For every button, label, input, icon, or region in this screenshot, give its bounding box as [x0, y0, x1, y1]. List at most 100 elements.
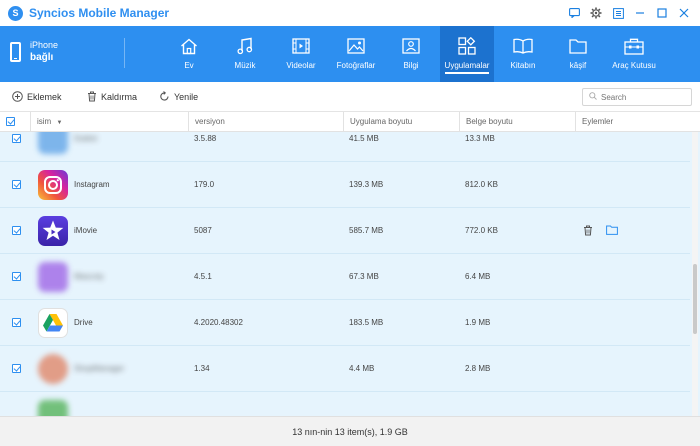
column-version[interactable]: versiyon [188, 112, 343, 132]
app-size: 41.5 MB [349, 134, 379, 143]
home-icon [179, 37, 199, 55]
app-version: 3.5.88 [194, 134, 217, 143]
remove-button-label: Kaldırma [101, 91, 138, 102]
nav-item-videos[interactable]: Videolar [274, 26, 328, 82]
delete-trash-icon[interactable] [582, 224, 594, 236]
settings-gear-icon[interactable] [588, 5, 604, 21]
scrollbar-thumb[interactable] [693, 264, 697, 334]
app-logo-icon: S [8, 5, 23, 21]
app-name: Instagram [74, 180, 110, 189]
table-row[interactable]: ShopManager 1.34 4.4 MB 2.8 MB [0, 346, 690, 392]
app-version: 179.0 [194, 180, 215, 189]
phone-icon [10, 41, 21, 62]
vertical-scrollbar[interactable] [692, 132, 698, 416]
device-info[interactable]: iPhone bağlı [10, 40, 58, 63]
nav-label: Araç Kutusu [612, 61, 656, 70]
table-row[interactable]: Instagram 179.0 139.3 MB 812.0 KB [0, 162, 690, 208]
row-checkbox[interactable] [12, 180, 21, 189]
nav-item-music[interactable]: Müzik [218, 26, 272, 82]
photo-icon [346, 37, 366, 55]
nav-label: Fotoğraflar [336, 61, 376, 70]
row-checkbox[interactable] [12, 134, 21, 143]
refresh-button[interactable]: Yenile [159, 91, 198, 102]
apps-icon [457, 37, 477, 55]
column-doc-size[interactable]: Belge boyutu [459, 112, 575, 132]
add-button[interactable]: Eklemek [12, 91, 62, 102]
row-checkbox[interactable] [12, 364, 21, 373]
app-size: 139.3 MB [349, 180, 384, 189]
nav-item-photos[interactable]: Fotoğraflar [329, 26, 383, 82]
app-size: 4.4 MB [349, 364, 375, 373]
maximize-icon[interactable] [654, 5, 670, 21]
nav-label: Müzik [234, 61, 256, 70]
table-row[interactable]: Drive 4.2020.48302 183.5 MB 1.9 MB [0, 300, 690, 346]
search-box[interactable] [582, 88, 692, 106]
minimize-icon[interactable] [632, 5, 648, 21]
select-all-checkbox[interactable] [6, 117, 15, 126]
app-size: 585.7 MB [349, 226, 384, 235]
app-version: 4.5.1 [194, 272, 212, 281]
apps-table: isim ▼ versiyon Uygulama boyutu Belge bo… [0, 112, 700, 416]
remove-button[interactable]: Kaldırma [86, 91, 137, 102]
add-button-label: Eklemek [27, 91, 62, 102]
book-icon [513, 37, 533, 55]
nav-label: Uygulamalar [444, 61, 490, 74]
app-version: 5087 [194, 226, 212, 235]
nav-item-books[interactable]: Kitabın [496, 26, 550, 82]
row-checkbox[interactable] [12, 226, 21, 235]
nav-item-home[interactable]: Ev [162, 26, 216, 82]
app-size: 67.3 MB [349, 272, 379, 281]
nav-label: Ev [184, 61, 194, 70]
main-nav-bar: iPhone bağlı Ev Müzik Videolar Fotoğrafl… [0, 26, 700, 82]
app-name: ShopManager [74, 364, 125, 373]
doc-size: 1.9 MB [465, 318, 491, 327]
table-row[interactable] [0, 392, 690, 416]
app-icon [38, 400, 68, 416]
table-row[interactable]: iMovie 5087 585.7 MB 772.0 KB [0, 208, 690, 254]
close-icon[interactable] [676, 5, 692, 21]
open-folder-icon[interactable] [606, 224, 618, 236]
table-body: Dublot 3.5.88 41.5 MB 13.3 MB Instagram … [0, 132, 700, 416]
device-status: bağlı [30, 52, 54, 63]
items-summary: 13 nın-nin 13 item(s), 1.9 GB [292, 427, 408, 437]
app-title: Syncios Mobile Manager [29, 6, 170, 20]
column-app-size[interactable]: Uygulama boyutu [343, 112, 459, 132]
table-header: isim ▼ versiyon Uygulama boyutu Belge bo… [0, 112, 700, 132]
toolbar: Eklemek Kaldırma Yenile [0, 82, 700, 112]
doc-size: 772.0 KB [465, 226, 498, 235]
column-name-label: isim [37, 117, 52, 126]
nav-label: Videolar [286, 61, 316, 70]
app-name: iMovie [74, 226, 98, 235]
table-row[interactable]: Mascoty 4.5.1 67.3 MB 6.4 MB [0, 254, 690, 300]
app-version: 4.2020.48302 [194, 318, 243, 327]
refresh-icon [159, 91, 170, 102]
nav-item-toolbox[interactable]: Araç Kutusu [607, 26, 661, 82]
nav-item-apps[interactable]: Uygulamalar [440, 26, 494, 82]
menu-icon[interactable] [610, 5, 626, 21]
doc-size: 13.3 MB [465, 134, 495, 143]
column-actions: Eylemler [575, 112, 692, 132]
row-checkbox[interactable] [12, 272, 21, 281]
music-icon [235, 37, 255, 55]
nav-item-explorer[interactable]: kâşif [551, 26, 605, 82]
title-bar: S Syncios Mobile Manager [0, 0, 700, 26]
select-all-cell [0, 112, 30, 132]
toolbox-icon [624, 37, 644, 55]
feedback-icon[interactable] [566, 5, 582, 21]
table-row[interactable]: Dublot 3.5.88 41.5 MB 13.3 MB [0, 132, 690, 162]
nav-label: kâşif [569, 61, 587, 70]
app-name: Mascoty [74, 272, 104, 281]
search-icon [589, 92, 597, 102]
doc-size: 2.8 MB [465, 364, 491, 373]
doc-size: 6.4 MB [465, 272, 491, 281]
app-icon [38, 354, 68, 384]
nav-divider [124, 38, 125, 68]
video-icon [291, 37, 311, 55]
row-checkbox[interactable] [12, 318, 21, 327]
app-name: Drive [74, 318, 93, 327]
nav-item-info[interactable]: Bilgi [384, 26, 438, 82]
refresh-button-label: Yenile [174, 91, 199, 102]
column-name[interactable]: isim ▼ [30, 112, 188, 132]
search-input[interactable] [601, 92, 681, 102]
app-icon [38, 262, 68, 292]
